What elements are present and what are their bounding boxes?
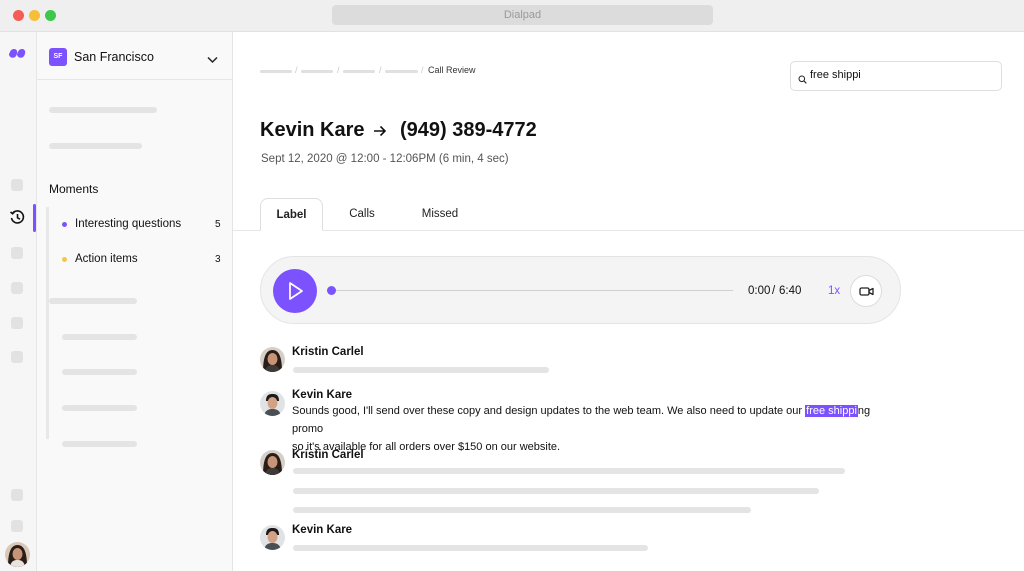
transcript-placeholder [293, 488, 819, 494]
user-avatar[interactable] [5, 542, 30, 567]
speaker-name: Kristin Carlel [292, 346, 364, 358]
office-selector[interactable]: SF San Francisco [37, 32, 233, 80]
play-button[interactable] [273, 269, 317, 313]
history-icon[interactable] [9, 209, 26, 231]
playback-current-time: 0:00 [748, 285, 771, 297]
search-box[interactable] [790, 61, 1002, 91]
breadcrumb-placeholder[interactable] [343, 70, 375, 73]
nav-item-5[interactable] [11, 351, 23, 363]
speaker-name: Kristin Carlel [292, 449, 364, 461]
nav-item-2[interactable] [11, 247, 23, 259]
title-bar: Dialpad [0, 0, 1024, 32]
zoom-window-button[interactable] [45, 10, 56, 21]
moments-tree-line [46, 207, 49, 439]
close-window-button[interactable] [13, 10, 24, 21]
dialpad-logo-icon[interactable] [8, 47, 28, 68]
window-title: Dialpad [332, 5, 713, 25]
office-badge: SF [49, 48, 67, 66]
speaker-name: Kevin Kare [292, 524, 353, 536]
placeholder-line [62, 405, 137, 411]
nav-item-7[interactable] [11, 520, 23, 532]
tab-missed[interactable]: Missed [413, 198, 467, 231]
transcript-placeholder [293, 468, 845, 474]
playback-track[interactable] [336, 290, 733, 291]
playback-speed-button[interactable]: 1x [828, 285, 840, 297]
call-timestamp: Sept 12, 2020 @ 12:00 - 12:06PM (6 min, … [261, 153, 509, 165]
tab-label[interactable]: Label [260, 198, 323, 231]
placeholder-line [49, 298, 137, 304]
speaker-avatar [260, 347, 285, 372]
nav-item-3[interactable] [11, 282, 23, 294]
placeholder-line [62, 334, 137, 340]
chevron-down-icon [207, 51, 218, 69]
placeholder-line [62, 441, 137, 447]
sidebar: SF San Francisco Moments Interesting que… [37, 32, 233, 571]
placeholder-line [62, 369, 137, 375]
video-button[interactable] [850, 275, 882, 307]
moment-count: 5 [215, 219, 221, 230]
moment-dot-yellow [62, 257, 67, 262]
nav-item-1[interactable] [11, 179, 23, 191]
moment-count: 3 [215, 254, 221, 265]
moment-label: Action items [75, 253, 138, 265]
moment-label: Interesting questions [75, 218, 182, 230]
transcript-placeholder [293, 367, 549, 373]
breadcrumb-placeholder[interactable] [301, 70, 333, 73]
playback-scrubber[interactable] [327, 286, 336, 295]
playback-total-time: 6:40 [779, 285, 802, 297]
audio-player: 0:00 / 6:40 1x [260, 256, 901, 324]
arrow-right-icon [373, 124, 387, 142]
office-name: San Francisco [74, 50, 154, 64]
tab-calls[interactable]: Calls [339, 198, 385, 231]
transcript-line: Sounds good, I'll send over these copy a… [292, 402, 892, 438]
search-icon [798, 71, 807, 89]
playback-time-separator: / [772, 285, 776, 297]
main-content: / / / / Call Review Kevin Kare (949) 389… [233, 32, 1024, 571]
nav-rail [0, 32, 37, 571]
caller-number: (949) 389-4772 [400, 119, 537, 141]
transcript-text: Sounds good, I'll send over these copy a… [292, 405, 806, 417]
minimize-window-button[interactable] [29, 10, 40, 21]
moments-heading: Moments [49, 182, 99, 196]
speaker-avatar [260, 391, 285, 416]
transcript-message: Sounds good, I'll send over these copy a… [292, 402, 892, 456]
nav-item-6[interactable] [11, 489, 23, 501]
speaker-avatar [260, 450, 285, 475]
transcript-placeholder [293, 545, 648, 551]
moment-dot-purple [62, 222, 67, 227]
speaker-avatar [260, 525, 285, 550]
breadcrumb-placeholder[interactable] [385, 70, 418, 73]
transcript-line: so it's available for all orders over $1… [292, 441, 561, 453]
search-input[interactable] [810, 69, 990, 81]
placeholder-line [49, 107, 157, 113]
breadcrumb-current: Call Review [428, 65, 476, 75]
caller-name: Kevin Kare [260, 119, 365, 141]
placeholder-line [49, 143, 142, 149]
speaker-name: Kevin Kare [292, 389, 353, 401]
transcript-placeholder [293, 507, 751, 513]
nav-item-4[interactable] [11, 317, 23, 329]
breadcrumb-placeholder[interactable] [260, 70, 292, 73]
active-nav-indicator [33, 204, 36, 232]
search-highlight: free shippi [805, 405, 858, 417]
